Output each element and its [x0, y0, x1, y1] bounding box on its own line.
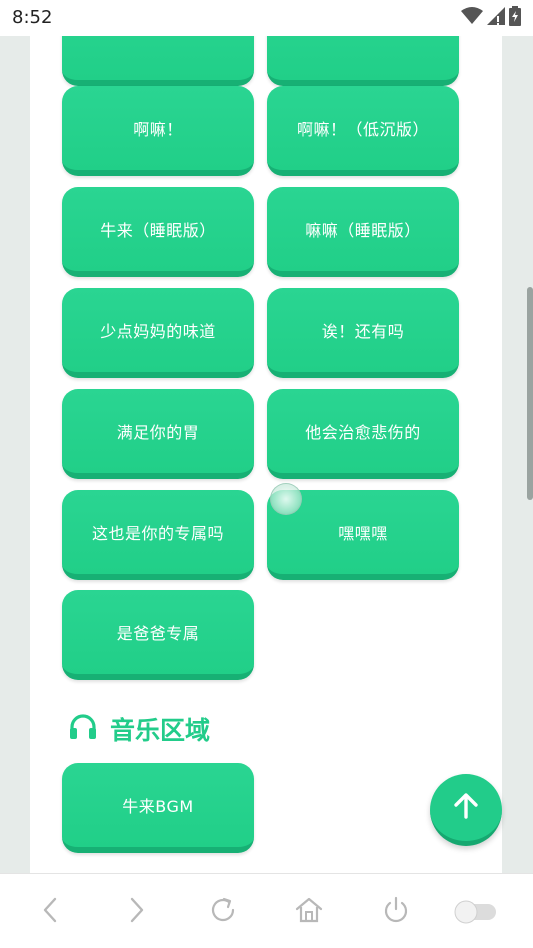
status-bar: 8:52 [0, 0, 533, 36]
sound-button[interactable]: 满足你的胃 [62, 389, 254, 479]
bottom-navigation-bar [0, 873, 533, 948]
toggle-switch[interactable] [452, 894, 500, 930]
sound-button[interactable]: 嘛嘛（睡眠版） [267, 187, 459, 277]
music-button[interactable]: 牛来BGM [62, 763, 254, 853]
scrollbar[interactable] [527, 287, 533, 500]
forward-icon [124, 895, 148, 929]
arrow-up-icon [451, 791, 481, 825]
back-icon [39, 895, 63, 929]
reload-button[interactable] [205, 894, 241, 930]
home-icon [294, 895, 324, 929]
battery-icon [509, 6, 521, 30]
sound-button[interactable]: 这也是你的专属吗 [62, 490, 254, 580]
music-section-title: 音乐区域 [110, 716, 211, 745]
sound-button[interactable]: 牛来（睡眠版） [62, 187, 254, 277]
sound-button[interactable]: 他会治愈悲伤的 [267, 389, 459, 479]
sound-button[interactable]: 是爸爸专属 [62, 590, 254, 680]
sound-button[interactable] [267, 36, 459, 86]
content-panel: 啊嘛！ 啊嘛！（低沉版） 牛来（睡眠版） 嘛嘛（睡眠版） 少点妈妈的味道 诶！还… [30, 36, 502, 873]
status-time: 8:52 [12, 7, 53, 28]
sound-button[interactable]: 诶！还有吗 [267, 288, 459, 378]
music-section-heading: 音乐区域 [68, 709, 210, 749]
wifi-icon [461, 7, 483, 29]
touch-indicator [270, 483, 302, 515]
home-button[interactable] [291, 894, 327, 930]
reload-icon [208, 895, 238, 929]
headphones-icon [68, 714, 98, 744]
back-button[interactable] [33, 894, 69, 930]
signal-icon [487, 7, 505, 29]
sound-button[interactable] [62, 36, 254, 86]
scroll-to-top-button[interactable] [430, 774, 502, 846]
sound-button[interactable]: 少点妈妈的味道 [62, 288, 254, 378]
sound-button[interactable]: 啊嘛！（低沉版） [267, 86, 459, 176]
forward-button[interactable] [118, 894, 154, 930]
status-icons [461, 6, 521, 30]
power-icon [381, 895, 411, 929]
power-button[interactable] [378, 894, 414, 930]
sound-button[interactable]: 啊嘛！ [62, 86, 254, 176]
